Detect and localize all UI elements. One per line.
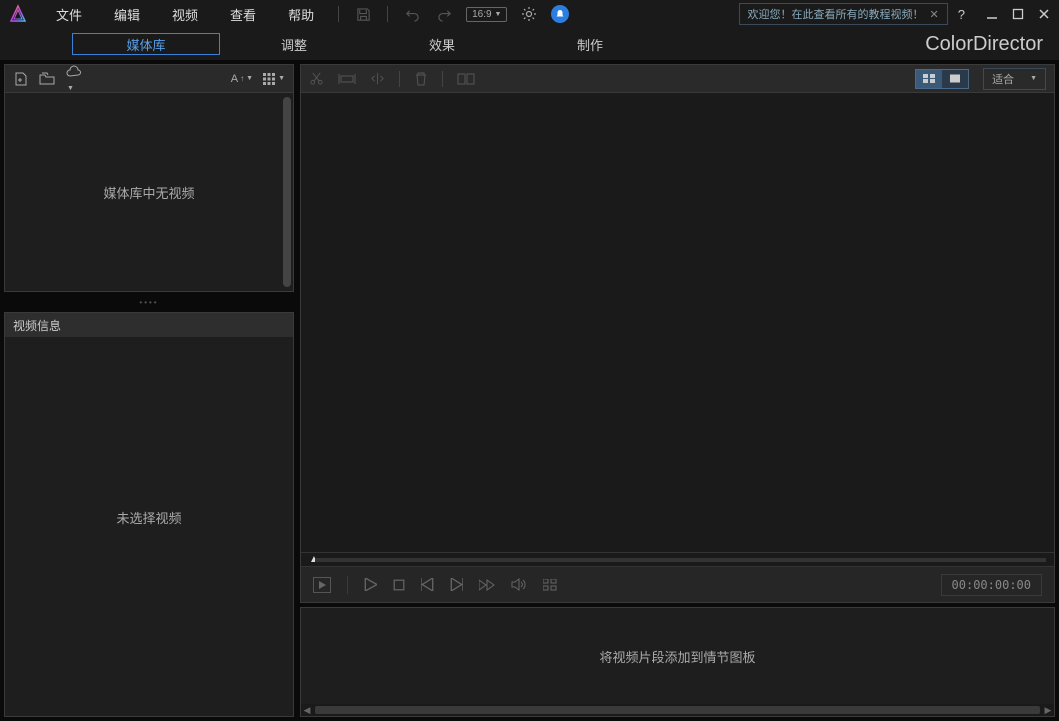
settings-icon[interactable]: [519, 4, 539, 24]
storyboard-body[interactable]: 将视频片段添加到情节图板: [301, 608, 1054, 704]
single-view-icon[interactable]: [942, 70, 968, 88]
split-icon: [370, 71, 385, 86]
menu-edit[interactable]: 编辑: [100, 2, 154, 27]
next-frame-icon[interactable]: [450, 578, 463, 591]
minimize-button[interactable]: [985, 7, 999, 21]
main-tabs: 媒体库 调整 效果 制作 ColorDirector: [0, 28, 1059, 60]
separator: [442, 71, 443, 87]
video-info-panel: 视频信息 未选择视频: [4, 312, 294, 717]
storyboard-empty-text: 将视频片段添加到情节图板: [599, 647, 755, 666]
menu-file[interactable]: 文件: [42, 2, 96, 27]
library-empty-text: 媒体库中无视频: [103, 183, 194, 202]
import-folder-icon[interactable]: [39, 71, 55, 87]
library-scrollbar[interactable]: [283, 97, 291, 287]
save-icon[interactable]: [353, 4, 373, 24]
snapshot-icon[interactable]: [543, 579, 557, 591]
prev-frame-icon[interactable]: [421, 578, 434, 591]
storyboard-panel: 将视频片段添加到情节图板 ◀ ▶: [300, 607, 1055, 717]
close-button[interactable]: [1037, 7, 1051, 21]
separator: [399, 71, 400, 87]
maximize-button[interactable]: [1011, 7, 1025, 21]
library-toolbar: ▼ A↑▼ ▼: [5, 65, 293, 93]
title-bar: 文件 编辑 视频 查看 帮助 16:9▼ 欢迎您！在此查看所有的教程视频！ ✕ …: [0, 0, 1059, 28]
timeline-bar[interactable]: ▲: [301, 552, 1054, 566]
menu-help[interactable]: 帮助: [274, 2, 328, 27]
compare-icon: [457, 72, 475, 86]
preview-panel: 适合▼ ▲ 00:00:00:00: [300, 64, 1055, 603]
welcome-banner[interactable]: 欢迎您！在此查看所有的教程视频！ ✕: [739, 3, 948, 25]
panel-drag-handle[interactable]: ••••: [4, 298, 294, 306]
fit-label: 适合: [992, 71, 1014, 87]
grid-view-icon[interactable]: [916, 70, 942, 88]
stop-icon[interactable]: [393, 579, 405, 591]
video-info-body: 未选择视频: [5, 337, 293, 697]
cloud-icon[interactable]: ▼: [65, 65, 83, 93]
aspect-label: 16:9: [472, 9, 491, 20]
import-file-icon[interactable]: [13, 71, 29, 87]
tab-library[interactable]: 媒体库: [72, 33, 220, 55]
play-range-icon[interactable]: [313, 577, 331, 593]
volume-icon[interactable]: [511, 578, 527, 591]
menu-video[interactable]: 视频: [158, 2, 212, 27]
aspect-ratio-selector[interactable]: 16:9▼: [466, 7, 507, 22]
delete-icon: [414, 71, 428, 86]
help-icon[interactable]: ?: [958, 7, 965, 22]
media-library-panel: ▼ A↑▼ ▼ 媒体库中无视频: [4, 64, 294, 292]
redo-icon[interactable]: [434, 4, 454, 24]
welcome-close-icon[interactable]: ✕: [930, 8, 939, 21]
undo-icon[interactable]: [402, 4, 422, 24]
view-mode-icon[interactable]: ▼: [263, 73, 285, 85]
separator: [347, 576, 348, 594]
zoom-fit-selector[interactable]: 适合▼: [983, 68, 1046, 90]
welcome-text: 欢迎您！在此查看所有的教程视频！: [748, 6, 924, 22]
sort-icon[interactable]: A↑▼: [231, 73, 253, 85]
transport-controls: 00:00:00:00: [301, 566, 1054, 602]
video-info-empty-text: 未选择视频: [116, 508, 181, 527]
library-body: 媒体库中无视频: [5, 93, 293, 291]
storyboard-scrollbar[interactable]: ◀ ▶: [301, 704, 1054, 716]
timecode-display[interactable]: 00:00:00:00: [941, 574, 1042, 596]
notification-icon[interactable]: [551, 5, 569, 23]
video-info-header: 视频信息: [5, 313, 293, 337]
tab-effect[interactable]: 效果: [368, 33, 516, 55]
preview-toolbar: 适合▼: [301, 65, 1054, 93]
menu-view[interactable]: 查看: [216, 2, 270, 27]
separator: [387, 6, 388, 22]
brand-label: ColorDirector: [925, 33, 1043, 56]
app-logo: [8, 4, 28, 24]
fast-forward-icon[interactable]: [479, 579, 495, 591]
play-icon[interactable]: [364, 578, 377, 591]
scroll-right-icon[interactable]: ▶: [1042, 704, 1054, 716]
preview-viewport: [301, 93, 1054, 552]
cut-icon: [309, 71, 324, 86]
scroll-thumb[interactable]: [315, 706, 1040, 714]
timeline-track[interactable]: [315, 558, 1046, 562]
trim-icon: [338, 72, 356, 86]
separator: [338, 6, 339, 22]
scroll-left-icon[interactable]: ◀: [301, 704, 313, 716]
view-mode-buttons: [915, 69, 969, 89]
tab-produce[interactable]: 制作: [516, 33, 664, 55]
tab-adjust[interactable]: 调整: [220, 33, 368, 55]
